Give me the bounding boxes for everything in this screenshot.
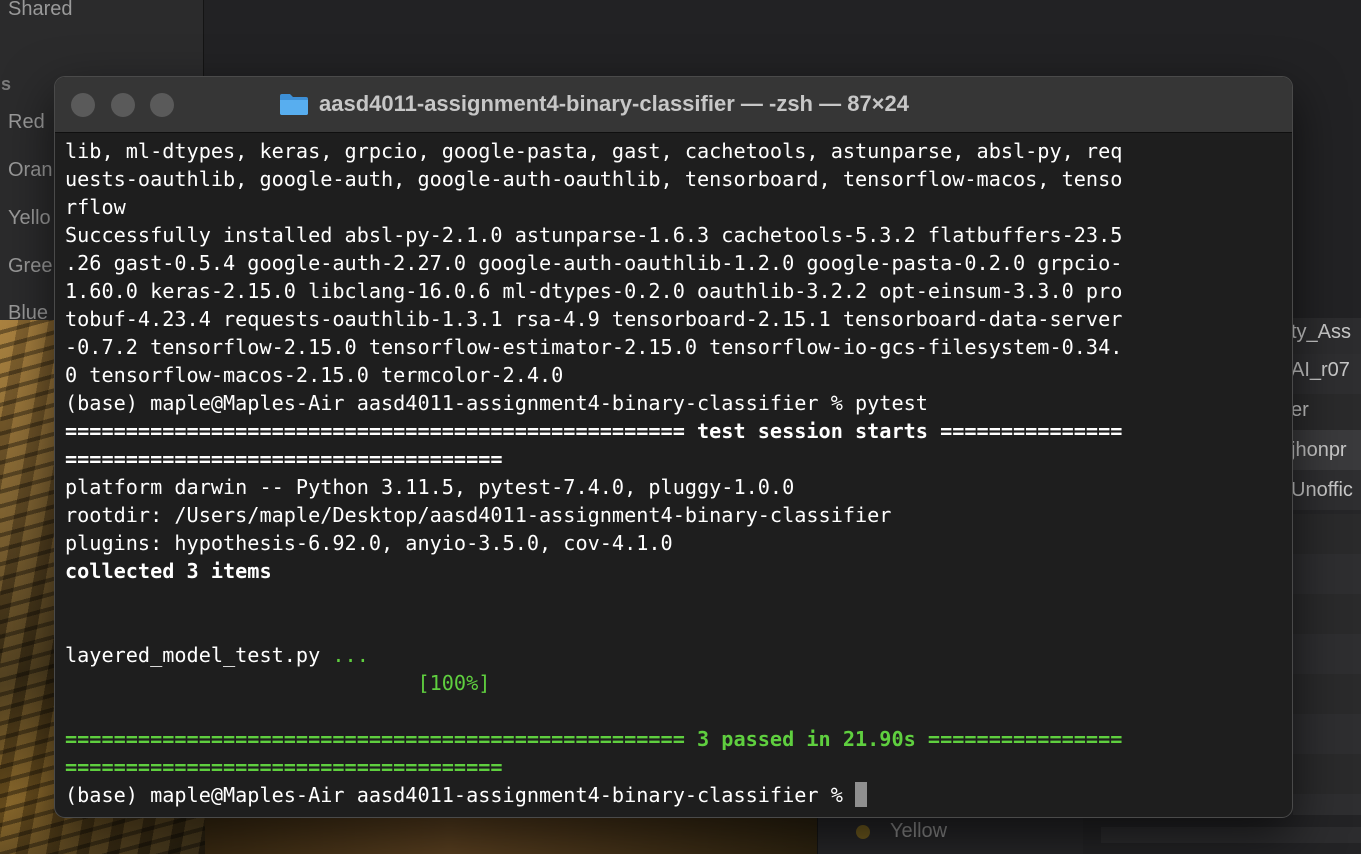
desktop-wallpaper-strip (205, 815, 817, 854)
terminal-line: rflow (65, 193, 1287, 221)
window-title-group: aasd4011-assignment4-binary-classifier —… (279, 89, 909, 119)
terminal-line-text: layered_model_test.py (65, 643, 321, 667)
terminal-line: uests-oauthlib, google-auth, google-auth… (65, 165, 1287, 193)
terminal-line-text: ========================================… (65, 727, 1123, 751)
sidebar-tag-green[interactable]: Gree (8, 255, 52, 278)
list-item[interactable]: er (1291, 399, 1309, 422)
terminal-line: .26 gast-0.5.4 google-auth-2.27.0 google… (65, 249, 1287, 277)
terminal-line-text: ==================================== (65, 755, 503, 779)
terminal-line-text: .26 gast-0.5.4 google-auth-2.27.0 google… (65, 251, 1123, 275)
terminal-line: 1.60.0 keras-2.15.0 libclang-16.0.6 ml-d… (65, 277, 1287, 305)
list-item[interactable]: AI_r07 (1291, 359, 1350, 382)
terminal-line-text: ========================================… (65, 419, 1123, 443)
terminal-line: tobuf-4.23.4 requests-oauthlib-1.3.1 rsa… (65, 305, 1287, 333)
terminal-titlebar[interactable]: aasd4011-assignment4-binary-classifier —… (55, 77, 1292, 133)
terminal-output[interactable]: lib, ml-dtypes, keras, grpcio, google-pa… (65, 137, 1287, 812)
list-item[interactable]: ty_Ass (1291, 321, 1351, 344)
terminal-line-text: -0.7.2 tensorflow-2.15.0 tensorflow-esti… (65, 335, 1123, 359)
terminal-window[interactable]: aasd4011-assignment4-binary-classifier —… (54, 76, 1293, 818)
terminal-line-text: (base) maple@Maples-Air aasd4011-assignm… (65, 783, 856, 807)
terminal-line: rootdir: /Users/maple/Desktop/aasd4011-a… (65, 501, 1287, 529)
terminal-line: 0 tensorflow-macos-2.15.0 termcolor-2.4.… (65, 361, 1287, 389)
sidebar-tag-red[interactable]: Red (8, 111, 45, 134)
terminal-line: ========================================… (65, 417, 1287, 445)
terminal-line: ========================================… (65, 725, 1287, 753)
terminal-line-text: (base) maple@Maples-Air aasd4011-assignm… (65, 391, 928, 415)
terminal-line-text: ==================================== (65, 447, 503, 471)
terminal-progress-text: ... (320, 643, 369, 667)
terminal-line: ==================================== (65, 753, 1287, 781)
window-title: aasd4011-assignment4-binary-classifier —… (319, 91, 910, 116)
terminal-line: (base) maple@Maples-Air aasd4011-assignm… (65, 781, 1287, 809)
terminal-line-text: plugins: hypothesis-6.92.0, anyio-3.5.0,… (65, 531, 673, 555)
sidebar-tag-orange[interactable]: Oran (8, 159, 52, 182)
terminal-line: ==================================== (65, 445, 1287, 473)
terminal-line-text: rootdir: /Users/maple/Desktop/aasd4011-a… (65, 503, 892, 527)
close-window-button[interactable] (71, 93, 95, 117)
terminal-line: [100%] (65, 669, 1287, 697)
background-window-sidebar: Yellow (817, 815, 1084, 854)
sidebar-tag-yellow-bottom[interactable]: Yellow (890, 820, 947, 843)
terminal-line-text: rflow (65, 195, 126, 219)
background-window-bottom (1083, 815, 1361, 854)
terminal-cursor (855, 782, 868, 807)
terminal-line: collected 3 items (65, 557, 1287, 585)
terminal-line: -0.7.2 tensorflow-2.15.0 tensorflow-esti… (65, 333, 1287, 361)
yellow-tag-dot-icon (856, 825, 870, 839)
list-item[interactable]: jhonpr (1291, 439, 1347, 462)
terminal-line: layered_model_test.py ... (65, 641, 1287, 669)
terminal-line: lib, ml-dtypes, keras, grpcio, google-pa… (65, 137, 1287, 165)
minimize-window-button[interactable] (111, 93, 135, 117)
sidebar-tag-yellow[interactable]: Yello (8, 207, 51, 230)
terminal-line: plugins: hypothesis-6.92.0, anyio-3.5.0,… (65, 529, 1287, 557)
sidebar-item-shared[interactable]: Shared (8, 0, 73, 21)
terminal-line-text: platform darwin -- Python 3.11.5, pytest… (65, 475, 795, 499)
terminal-line-text: uests-oauthlib, google-auth, google-auth… (65, 167, 1123, 191)
sidebar-tags-header: gs (0, 74, 12, 94)
folder-icon (280, 94, 308, 115)
terminal-line-text: lib, ml-dtypes, keras, grpcio, google-pa… (65, 139, 1123, 163)
terminal-line: Successfully installed absl-py-2.1.0 ast… (65, 221, 1287, 249)
terminal-line-text: collected 3 items (65, 559, 272, 583)
terminal-line-text: 0 tensorflow-macos-2.15.0 termcolor-2.4.… (65, 363, 564, 387)
terminal-line-text: 1.60.0 keras-2.15.0 libclang-16.0.6 ml-d… (65, 279, 1123, 303)
terminal-line-text: Successfully installed absl-py-2.1.0 ast… (65, 223, 1123, 247)
zoom-window-button[interactable] (150, 93, 174, 117)
terminal-line: platform darwin -- Python 3.11.5, pytest… (65, 473, 1287, 501)
terminal-line: (base) maple@Maples-Air aasd4011-assignm… (65, 389, 1287, 417)
list-item[interactable]: Unoffic (1291, 479, 1353, 502)
terminal-progress-text: [100%] (65, 671, 491, 695)
terminal-line-text: tobuf-4.23.4 requests-oauthlib-1.3.1 rsa… (65, 307, 1123, 331)
